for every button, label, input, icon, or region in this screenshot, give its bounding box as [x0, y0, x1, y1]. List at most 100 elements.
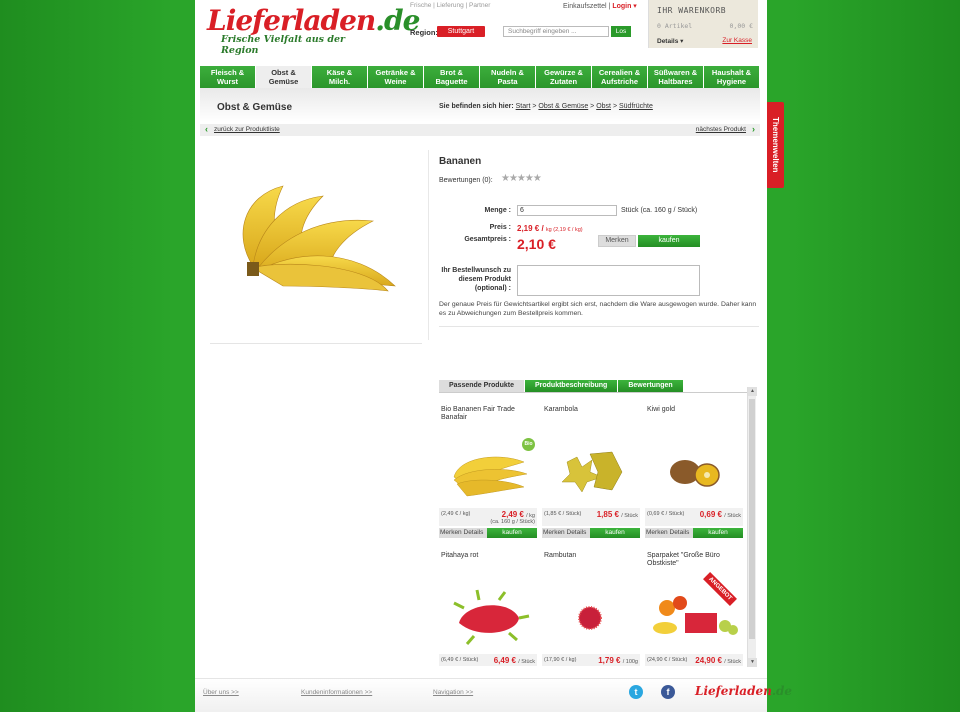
footer-navigation-link[interactable]: Navigation >> [433, 689, 473, 696]
region-label: Region: [410, 28, 438, 37]
weight-note: Der genaue Preis für Gewichtsartikel erg… [439, 301, 757, 317]
card-buy-button[interactable]: kaufen [590, 528, 640, 538]
card-merken-link[interactable]: Merken [646, 529, 668, 536]
nav-item-gewuerze[interactable]: Gewürze & Zutaten [536, 66, 592, 88]
login-link[interactable]: Login ▾ [612, 3, 637, 10]
merken-button[interactable]: Merken [598, 235, 636, 247]
breadcrumb-start[interactable]: Start [516, 103, 531, 110]
nav-item-kaese[interactable]: Käse & Milch. [312, 66, 368, 88]
back-to-list-link[interactable]: zurück zur Produktliste [214, 126, 280, 133]
nav-item-suesswaren[interactable]: Süßwaren & Haltbares [648, 66, 704, 88]
top-link-partner[interactable]: Partner [469, 2, 490, 9]
card-meta: (17,90 € / kg) 1,79 € / 100g [542, 654, 640, 666]
site-logo[interactable]: Lieferladen.de Frische Vielfalt aus der … [207, 4, 420, 57]
card-meta: (2,49 € / kg) 2,49 € / kg (ca. 160 g / S… [439, 508, 537, 526]
card-sub: (ca. 160 g / Stück) [490, 519, 535, 525]
tab-passende-produkte[interactable]: Passende Produkte [439, 380, 524, 392]
top-link-frische[interactable]: Frische [410, 2, 431, 9]
product-card[interactable]: Karambola (1,85 € / Stück) 1,85 € / Stüc… [542, 404, 640, 544]
logo-main: Lieferladen [207, 4, 376, 37]
rating-stars[interactable]: ★★★★★ [501, 173, 542, 184]
themenwelten-tab[interactable]: Themenwelten [767, 102, 784, 188]
qty-label: Menge : [484, 207, 511, 214]
breadcrumb: Sie befinden sich hier: Start > Obst & G… [439, 103, 653, 110]
nav-label: Käse & [326, 68, 353, 77]
footer-logo[interactable]: Lieferladen.de [695, 684, 792, 698]
card-merken-details: Merken Details [542, 528, 590, 538]
facebook-icon[interactable]: f [661, 685, 675, 699]
footer-customer-info-link[interactable]: Kundeninformationen >> [301, 689, 372, 696]
nav-label: Nudeln & [491, 68, 524, 77]
product-card[interactable]: Bio Bananen Fair Trade Banafair Bio (2,4… [439, 404, 537, 544]
top-link-lieferung[interactable]: Lieferung [437, 2, 464, 9]
footer: Über uns >> Kundeninformationen >> Navig… [195, 678, 792, 712]
details-divider [439, 326, 759, 327]
product-card[interactable]: Sparpaket "Große Büro Obstkiste" ANGEBOT… [645, 550, 743, 666]
breadcrumb-category[interactable]: Obst & Gemüse [538, 103, 588, 110]
card-details-link[interactable]: Details [670, 529, 690, 536]
breadcrumb-subcategory[interactable]: Obst [596, 103, 611, 110]
search-button[interactable]: Los [611, 26, 631, 37]
search-input[interactable]: Suchbegriff eingeben ... [503, 26, 609, 37]
nav-label: Süßwaren & [653, 68, 698, 77]
cart-details-toggle[interactable]: Details ▾ [657, 37, 683, 45]
region-select[interactable]: Stuttgart [437, 26, 485, 37]
tab-produktbeschreibung[interactable]: Produktbeschreibung [524, 380, 618, 392]
nav-label: Wurst [216, 77, 239, 86]
cart-total: 0,00 € [729, 22, 753, 30]
card-merken-details: Merken Details [645, 528, 693, 538]
card-merken-link[interactable]: Merken [543, 529, 565, 536]
main-nav: Fleisch & Wurst Obst & Gemüse Käse & Milch.… [200, 66, 760, 88]
card-price-value: 1,85 € [596, 510, 619, 519]
card-image [578, 606, 602, 630]
wish-label-line: (optional) : [474, 285, 511, 292]
scroll-down-icon[interactable]: ▼ [748, 658, 757, 667]
card-meta: (6,49 € / Stück) 6,49 € / Stück [439, 654, 537, 666]
bio-badge: Bio [522, 438, 535, 451]
user-links: Einkaufszettel | Login ▾ [563, 3, 637, 10]
scroll-thumb[interactable] [749, 399, 755, 639]
card-price-value: 2,49 € [501, 510, 524, 519]
scroll-up-icon[interactable]: ▲ [748, 387, 757, 396]
nav-label: Weine [384, 77, 407, 86]
next-product-link[interactable]: nächstes Produkt [696, 126, 746, 133]
nav-item-haushalt[interactable]: Haushalt & Hygiene [704, 66, 760, 88]
order-wish-textarea[interactable] [517, 265, 700, 296]
card-details-link[interactable]: Details [567, 529, 587, 536]
nav-label: Milch. [328, 77, 351, 86]
tab-bewertungen[interactable]: Bewertungen [618, 380, 683, 392]
card-unit-price: (17,90 € / kg) [544, 657, 577, 663]
product-card[interactable]: Kiwi gold (0,69 € / Stück) 0,69 € / Stüc… [645, 404, 743, 544]
card-price-unit: / Stück [621, 513, 638, 519]
card-name: Bio Bananen Fair Trade Banafair [441, 406, 515, 421]
related-scrollbar[interactable]: ▲ ▼ [747, 387, 757, 667]
nav-item-obst[interactable]: Obst & Gemüse [256, 66, 312, 88]
product-card[interactable]: Rambutan (17,90 € / kg) 1,79 € / 100g [542, 550, 640, 666]
cart-title: IHR WARENKORB [657, 6, 727, 15]
nav-label: Brot & [440, 68, 463, 77]
chevron-left-icon: ‹ [205, 124, 208, 134]
wishlist-link[interactable]: Einkaufszettel [563, 3, 607, 10]
card-buy-button[interactable]: kaufen [487, 528, 537, 538]
nav-item-getraenke[interactable]: Getränke & Weine [368, 66, 424, 88]
footer-about-link[interactable]: Über uns >> [203, 689, 239, 696]
buy-button[interactable]: kaufen [638, 235, 700, 247]
nav-item-fleisch[interactable]: Fleisch & Wurst [200, 66, 256, 88]
nav-item-nudeln[interactable]: Nudeln & Pasta [480, 66, 536, 88]
checkout-link[interactable]: Zur Kasse [722, 37, 752, 44]
breadcrumb-current[interactable]: Südfrüchte [619, 103, 653, 110]
twitter-icon[interactable]: t [629, 685, 643, 699]
card-price: 2,49 € / kg [502, 510, 535, 519]
card-buy-button[interactable]: kaufen [693, 528, 743, 538]
nav-item-brot[interactable]: Brot & Baguette [424, 66, 480, 88]
card-price-unit: / 100g [622, 659, 638, 665]
card-details-link[interactable]: Details [464, 529, 484, 536]
quantity-input[interactable]: 6 [517, 205, 617, 216]
cart-summary: 0 Artikel 0,00 € [657, 22, 753, 30]
related-products: Bio Bananen Fair Trade Banafair Bio (2,4… [439, 404, 747, 666]
card-merken-link[interactable]: Merken [440, 529, 462, 536]
page-title: Obst & Gemüse [217, 102, 293, 113]
nav-item-cerealien[interactable]: Cerealien & Aufstriche [592, 66, 648, 88]
nav-label: Haltbares [658, 77, 693, 86]
product-card[interactable]: Pitahaya rot (6,49 € / Stück) 6,49 € / S… [439, 550, 537, 666]
